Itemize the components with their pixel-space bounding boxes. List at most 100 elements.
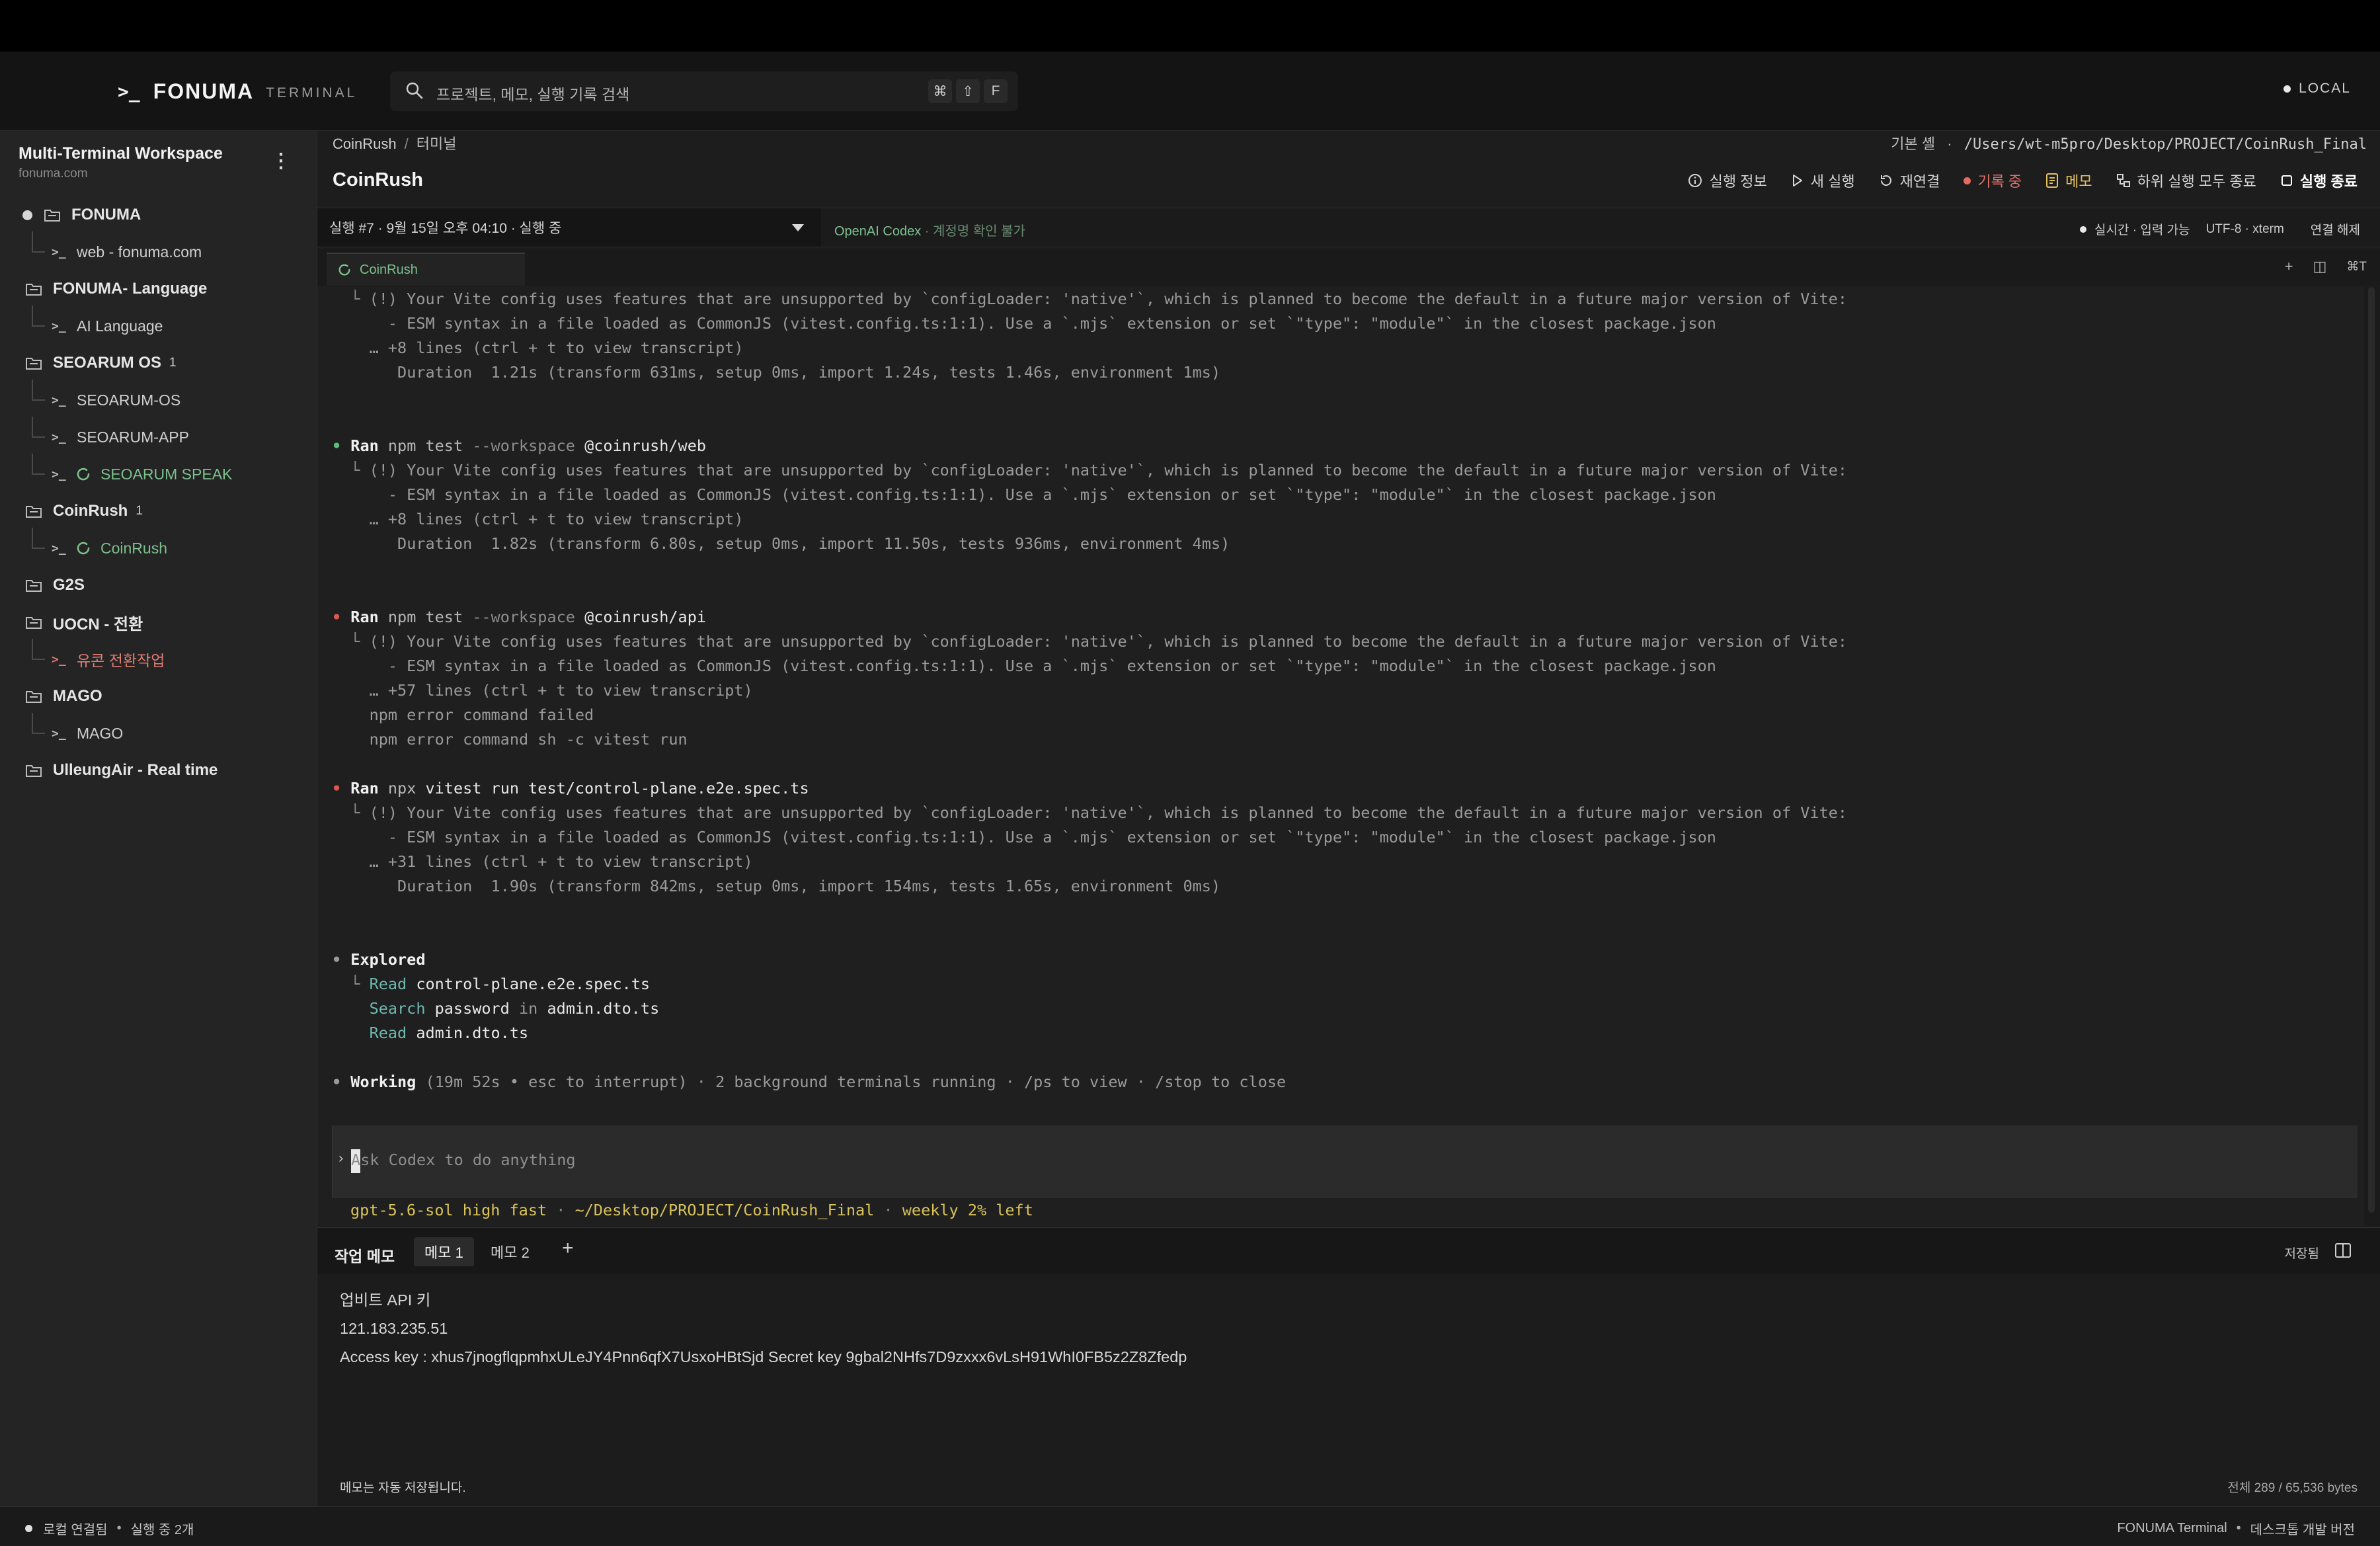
- running-spinner-icon: [77, 468, 90, 481]
- breadcrumb-project[interactable]: CoinRush: [333, 136, 397, 152]
- stop-icon: [2281, 175, 2292, 186]
- terminal-command-line: • Ran npm test --workspace @coinrush/web: [332, 436, 706, 455]
- folder-icon: [26, 765, 42, 777]
- status-bar: 로컬 연결됨 • 실행 중 2개 FONUMA Terminal • 데스크톱 …: [0, 1506, 2380, 1546]
- add-tab-icon[interactable]: +: [2285, 258, 2293, 275]
- sidebar-item-label: SEOARUM SPEAK: [100, 465, 233, 483]
- terminal-line: Search password in admin.dto.ts: [369, 999, 660, 1018]
- terminal-line: npm error command sh -c vitest run: [369, 730, 688, 749]
- running-count-badge: 1: [169, 356, 177, 370]
- terminal-line: └ (!) Your Vite config uses features tha…: [332, 803, 1848, 822]
- memo-panel: 작업 메모 메모 1 메모 2 + 저장됨 업비트 API 키 121.183.…: [317, 1227, 2380, 1506]
- end-run-button[interactable]: 실행 종료: [2280, 170, 2358, 191]
- memo-editor[interactable]: 업비트 API 키 121.183.235.51 Access key : xh…: [340, 1286, 1187, 1371]
- breadcrumb-current: 터미널: [416, 136, 457, 152]
- run-select[interactable]: 실행 #7 · 9월 15일 오후 04:10 · 실행 중: [317, 208, 821, 247]
- sidebar-item-label: SEOARUM-OS: [77, 391, 181, 409]
- app-name: FONUMA Terminal: [2117, 1521, 2227, 1535]
- tab-memo-1[interactable]: 메모 1: [414, 1237, 474, 1266]
- window-top-bar: [0, 0, 2380, 52]
- terminal-prompt-icon: >_: [52, 430, 66, 444]
- model-name: gpt-5.6-sol high fast: [350, 1201, 547, 1219]
- sidebar-group-fonuma[interactable]: FONUMA: [0, 198, 317, 231]
- terminal-line: npm error command failed: [369, 706, 594, 724]
- new-run-button[interactable]: 새 실행: [1791, 170, 1855, 191]
- end-run-label: 실행 종료: [2299, 173, 2358, 190]
- terminal-line: Read admin.dto.ts: [369, 1024, 529, 1042]
- sidebar-item-seoarum-speak[interactable]: >_ SEOARUM SPEAK: [0, 454, 317, 491]
- add-memo-icon[interactable]: +: [562, 1237, 574, 1260]
- codex-prompt-input[interactable]: › Ask Codex to do anything: [332, 1125, 2358, 1198]
- tree-connector: [32, 417, 45, 438]
- sidebar-group-g2s[interactable]: G2S: [0, 569, 317, 602]
- shell-info: 기본 셸 · /Users/wt-m5pro/Desktop/PROJECT/C…: [1891, 132, 2367, 153]
- sidebar-item-coinrush[interactable]: >_ CoinRush: [0, 528, 317, 565]
- model-status-line: gpt-5.6-sol high fast · ~/Desktop/PROJEC…: [350, 1201, 1033, 1219]
- status-running-count: 실행 중 2개: [130, 1523, 194, 1537]
- sidebar-item-seoarum-app[interactable]: >_ SEOARUM-APP: [0, 417, 317, 454]
- sidebar-group-coinrush[interactable]: CoinRush 1: [0, 495, 317, 528]
- tree-connector: [32, 305, 45, 327]
- sidebar-group-label: G2S: [53, 576, 85, 594]
- shift-key-icon: ⇧: [956, 79, 980, 103]
- disconnect-button[interactable]: 연결 해제: [2311, 220, 2360, 238]
- sidebar-item-label: MAGO: [77, 724, 124, 742]
- tab-memo-2[interactable]: 메모 2: [480, 1237, 540, 1266]
- scrollbar-thumb[interactable]: [2368, 287, 2375, 1213]
- sidebar-item-ai-language[interactable]: >_ AI Language: [0, 305, 317, 343]
- workspace-title: Multi-Terminal Workspace: [19, 144, 223, 163]
- terminal-line: └ Read control-plane.e2e.spec.ts: [332, 975, 651, 993]
- terminal-line: … +31 lines (ctrl + t to view transcript…: [369, 852, 753, 871]
- tree-connector: [32, 528, 45, 549]
- terminal-line: - ESM syntax in a file loaded as CommonJ…: [387, 485, 1716, 504]
- sidebar-item-label: CoinRush: [100, 539, 167, 557]
- sidebar-item-mago[interactable]: >_ MAGO: [0, 713, 317, 750]
- sidebar-group-mago[interactable]: MAGO: [0, 680, 317, 713]
- terminal-prompt-icon: >_: [118, 80, 140, 102]
- app-version: 데스크톱 개발 버전: [2250, 1523, 2355, 1537]
- brand-logo[interactable]: >_ FONUMA TERMINAL: [118, 78, 357, 104]
- status-connection: 로컬 연결됨: [43, 1523, 108, 1537]
- sidebar-group-uocn[interactable]: UOCN - 전환: [0, 606, 317, 639]
- split-panel-icon[interactable]: [2334, 1241, 2352, 1260]
- f-key: F: [984, 79, 1008, 103]
- terminal-line: └ (!) Your Vite config uses features tha…: [332, 632, 1848, 651]
- memo-line: 업비트 API 키: [340, 1291, 431, 1309]
- folder-icon: [26, 617, 42, 629]
- sidebar-group-label: FONUMA: [71, 206, 141, 224]
- sidebar-item-uocn-conversion[interactable]: >_ 유콘 전환작업: [0, 639, 317, 676]
- status-separator: •: [2236, 1521, 2241, 1535]
- workspace-more-icon[interactable]: ⋮: [268, 149, 294, 176]
- terminal-tab-tools: + ◫ ⌘T: [2265, 258, 2367, 275]
- recording-toggle[interactable]: 기록 중: [1964, 170, 2022, 191]
- sidebar-item-web-fonuma[interactable]: >_ web - fonuma.com: [0, 231, 317, 268]
- terminal-scrollbar[interactable]: [2364, 287, 2380, 1226]
- running-spinner-icon: [77, 542, 90, 555]
- sidebar-group-seoarum-os[interactable]: SEOARUM OS 1: [0, 346, 317, 380]
- run-info-button[interactable]: 실행 정보: [1687, 170, 1767, 191]
- sidebar-item-seoarum-os[interactable]: >_ SEOARUM-OS: [0, 380, 317, 417]
- connection-info: 실시간 · 입력 가능 UTF-8 · xterm 연결 해제: [2080, 220, 2360, 238]
- terminal-line: └ (!) Your Vite config uses features tha…: [332, 290, 1848, 308]
- terminal-output[interactable]: └ (!) Your Vite config uses features tha…: [317, 287, 2364, 1226]
- search-icon: [406, 82, 423, 99]
- kill-children-button[interactable]: 하위 실행 모두 종료: [2116, 170, 2256, 191]
- sidebar-group-fonuma-language[interactable]: FONUMA- Language: [0, 272, 317, 305]
- memo-button[interactable]: 메모: [2045, 170, 2092, 191]
- reconnect-button[interactable]: 재연결: [1879, 170, 1940, 191]
- sidebar-group-label: UOCN - 전환: [53, 615, 143, 633]
- sidebar-group-ulleungair[interactable]: UlleungAir - Real time: [0, 754, 317, 787]
- brand-subtitle: TERMINAL: [266, 85, 358, 101]
- connection-dot-icon: [2283, 85, 2291, 93]
- terminal-prompt-icon: >_: [52, 245, 66, 259]
- terminal-command-line: • Ran npx vitest run test/control-plane.…: [332, 779, 809, 797]
- breadcrumb-separator: /: [404, 136, 409, 152]
- run-status-row: 실행 #7 · 9월 15일 오후 04:10 · 실행 중 OpenAI Co…: [317, 208, 2380, 247]
- split-view-icon[interactable]: ◫: [2313, 258, 2327, 275]
- global-search-input[interactable]: 프로젝트, 메모, 실행 기록 검색 ⌘ ⇧ F: [390, 71, 1018, 111]
- terminal-line: - ESM syntax in a file loaded as CommonJ…: [387, 657, 1716, 675]
- terminal-line: - ESM syntax in a file loaded as CommonJ…: [387, 314, 1716, 333]
- tab-coinrush[interactable]: CoinRush: [327, 253, 525, 286]
- folder-icon: [26, 506, 42, 518]
- folder-icon: [26, 284, 42, 296]
